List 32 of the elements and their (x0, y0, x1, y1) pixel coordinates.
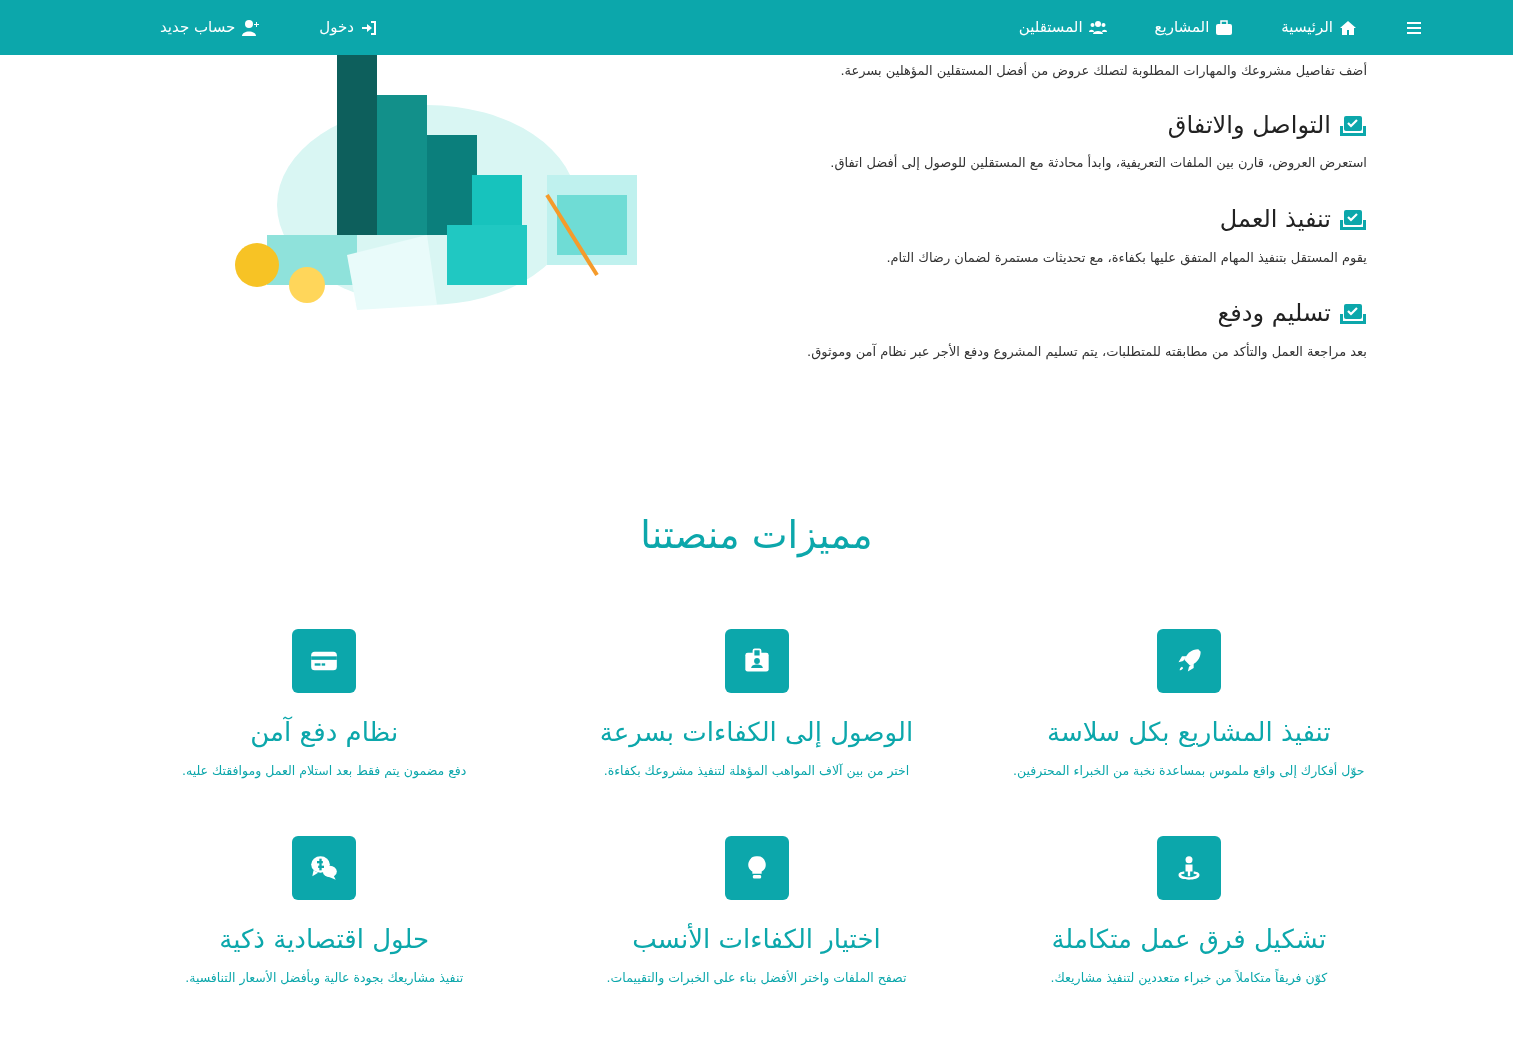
users-icon (1088, 18, 1107, 37)
step-description: بعد مراجعة العمل والتأكد من مطابقته للمتطلبات، يتم تسليم المشروع ودفع الأجر عبر نظام آمن وموثوق. (806, 341, 1367, 362)
account-link[interactable]: حساب جديد (160, 16, 260, 39)
nav-link[interactable]: المستقلين (1018, 16, 1107, 39)
feature-description: اختر من بين آلاف المواهب المؤهلة لتنفيذ مشروعك بكفاءة. (603, 762, 910, 781)
feature-title: تنفيذ المشاريع بكل سلاسة (1046, 717, 1331, 749)
login-icon (359, 18, 378, 37)
chat-dollar-icon (310, 853, 339, 882)
feature-description: تصفح الملفات واختر الأفضل بناء على الخبرات والتقييمات. (606, 969, 907, 988)
step-description: استعرض العروض، قارن بين الملفات التعريفية، وابدأ محادثة مع المستقلين للوصول إلى أفضل اتفاق. (829, 153, 1367, 173)
feature-description: دفع مضمون يتم فقط بعد استلام العمل وموافقتك عليه. (181, 762, 467, 781)
briefcase-icon (1215, 18, 1234, 37)
id-badge-icon (742, 647, 771, 675)
feature-title: اختيار الكفاءات الأنسب (632, 923, 881, 956)
feature-title: نظام دفع آمن (250, 717, 399, 749)
feature-description: كوّن فريقاً متكاملاً من خبراء متعددين لتنفيذ مشاريعك. (1050, 969, 1328, 988)
step-title: تنفيذ العمل (1219, 204, 1331, 234)
nav-link[interactable]: الرئيسية (1281, 16, 1357, 39)
section-title: مميزات منصتنا (639, 513, 874, 559)
step-title: التواصل والاتفاق (1167, 110, 1331, 140)
user-plus-icon (241, 18, 260, 37)
nav-link[interactable]: المشاريع (1154, 16, 1234, 39)
home-icon (1339, 18, 1357, 37)
feature-description: حوّل أفكارك إلى واقع ملموس بمساعدة نخبة من الخبراء المحترفين. (1013, 762, 1365, 781)
account-link[interactable]: دخول (319, 16, 378, 39)
step-description: أضف تفاصيل مشروعك والمهارات المطلوبة لتصلك عروض من أفضل المستقلين المؤهلين بسرعة. (839, 61, 1367, 81)
feature-title: تشكيل فرق عمل متكاملة (1051, 923, 1327, 956)
feature-title: الوصول إلى الكفاءات بسرعة (599, 717, 914, 749)
step-description: يقوم المستقل بتنفيذ المهام المتفق عليها بكفاءة، مع تحديثات مستمرة لضمان رضاك التام. (885, 248, 1367, 268)
feature-title: حلول اقتصادية ذكية (219, 923, 430, 956)
step-title: تسليم ودفع (1217, 299, 1331, 328)
feature-description: تنفيذ مشاريعك بجودة عالية وبأفضل الأسعار التنافسية. (185, 969, 464, 988)
